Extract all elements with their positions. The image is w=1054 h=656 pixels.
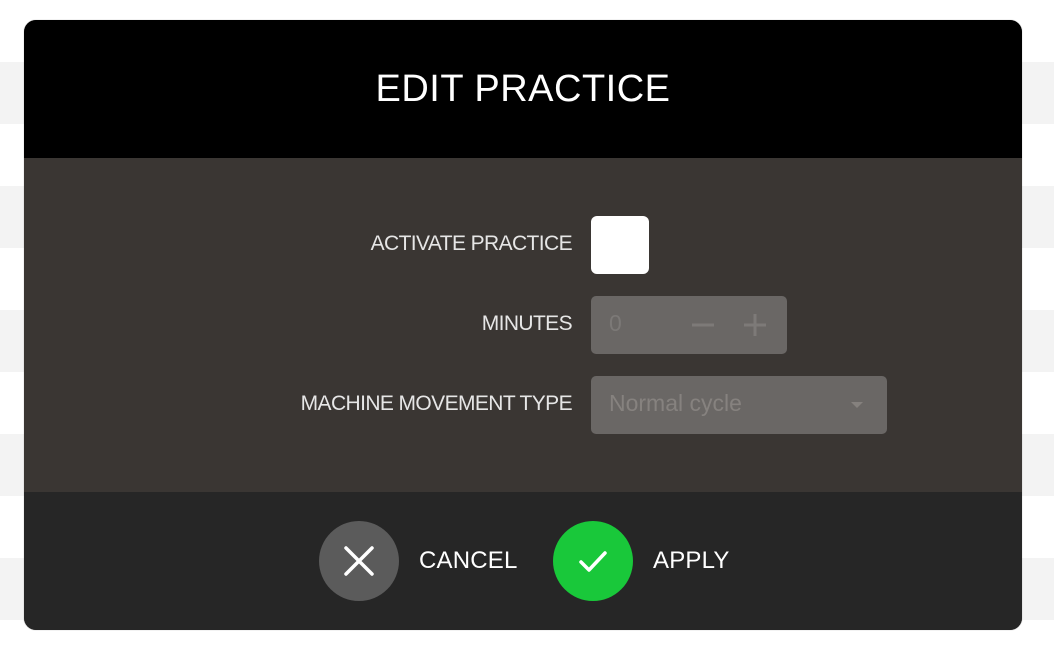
activate-practice-label: ACTIVATE PRACTICE	[370, 232, 573, 255]
apply-circle[interactable]	[553, 521, 633, 601]
minutes-increment-button[interactable]	[737, 306, 773, 344]
minutes-value[interactable]: 0	[609, 310, 622, 337]
dialog-body: ACTIVATE PRACTICE MINUTES 0 MACHINE MOVE…	[24, 158, 1022, 492]
machine-movement-type-value: Normal cycle	[609, 390, 742, 416]
close-icon	[344, 546, 374, 576]
cancel-label[interactable]: CANCEL	[419, 547, 518, 575]
minutes-decrement-button[interactable]	[685, 306, 721, 344]
cancel-circle[interactable]	[319, 521, 399, 601]
chevron-down-icon	[851, 402, 863, 408]
machine-movement-type-label: MACHINE MOVEMENT TYPE	[300, 392, 573, 415]
minus-icon	[692, 323, 714, 327]
minutes-label: MINUTES	[481, 312, 573, 335]
checkmark-icon	[579, 551, 607, 572]
cancel-button[interactable]: CANCEL	[319, 521, 518, 601]
machine-movement-type-select[interactable]: Normal cycle	[591, 376, 887, 434]
plus-icon	[744, 314, 766, 336]
dialog-title: EDIT PRACTICE	[375, 67, 671, 110]
activate-practice-checkbox[interactable]	[591, 216, 649, 274]
apply-label[interactable]: APPLY	[653, 547, 730, 575]
minutes-stepper[interactable]: 0	[591, 296, 787, 354]
dialog-header: EDIT PRACTICE	[24, 20, 1022, 158]
apply-button[interactable]: APPLY	[553, 521, 730, 601]
dialog-footer: CANCEL APPLY	[24, 492, 1022, 630]
edit-practice-dialog: EDIT PRACTICE ACTIVATE PRACTICE MINUTES …	[24, 20, 1022, 630]
